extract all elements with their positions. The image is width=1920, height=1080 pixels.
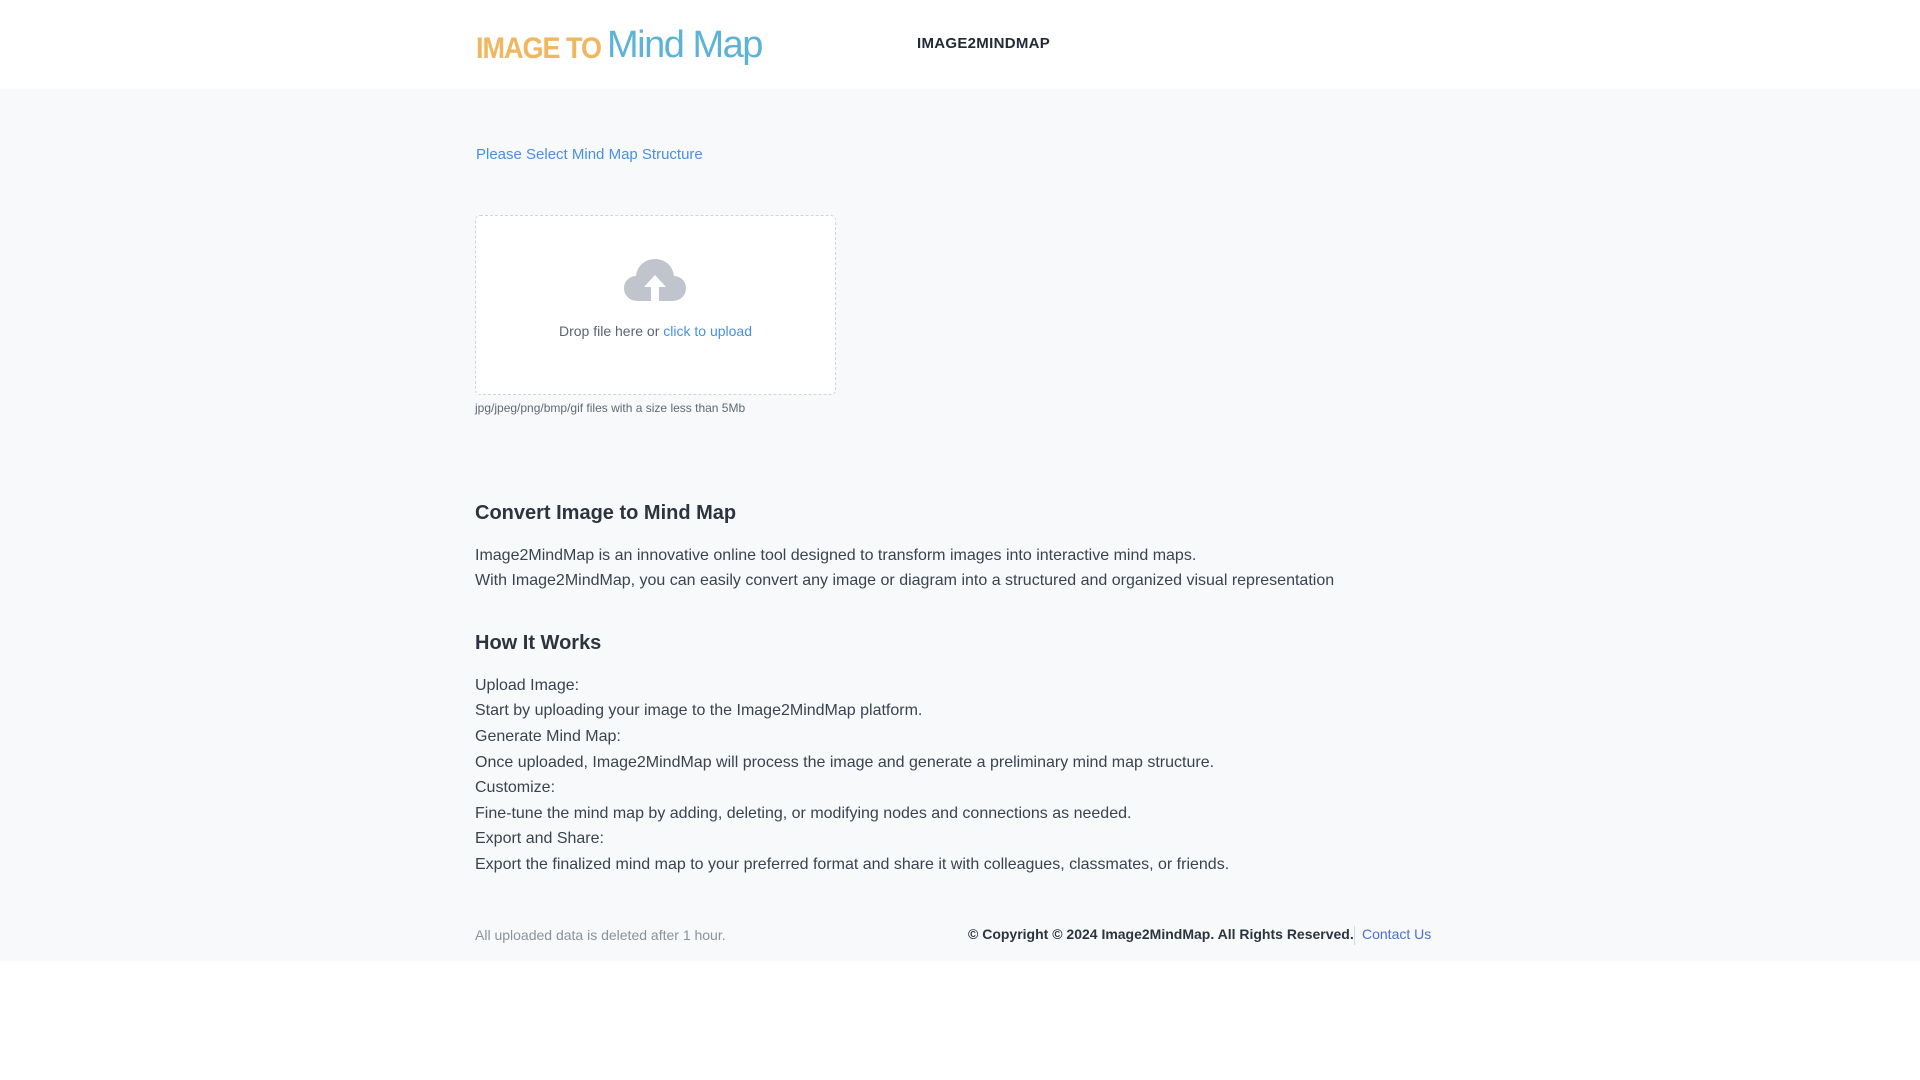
upload-tip: jpg/jpeg/png/bmp/gif files with a size l… xyxy=(475,401,746,415)
how-step-title: Generate Mind Map: xyxy=(475,728,621,745)
copyright-text: © Copyright © 2024 Image2MindMap. All Ri… xyxy=(968,926,1354,942)
how-step-text: Once uploaded, Image2MindMap will proces… xyxy=(475,754,1215,771)
logo-title: Mind Map xyxy=(607,24,763,66)
nav-title[interactable]: IMAGE2MINDMAP xyxy=(917,35,1050,52)
footer-divider xyxy=(1354,926,1355,945)
site-logo[interactable]: IMAGE TO Mind Map xyxy=(476,24,763,68)
upload-instructions: Drop file here or click to upload xyxy=(476,323,835,339)
how-step-text: Start by uploading your image to the Ima… xyxy=(475,702,923,719)
main-content xyxy=(0,89,1920,961)
how-step-text: Fine-tune the mind map by adding, deleti… xyxy=(475,805,1132,822)
how-step-title: Customize: xyxy=(475,779,556,796)
data-retention-note: All uploaded data is deleted after 1 hou… xyxy=(475,927,726,943)
contact-us-link[interactable]: Contact Us xyxy=(1362,926,1431,942)
select-structure-link[interactable]: Please Select Mind Map Structure xyxy=(476,146,703,163)
intro-heading: Convert Image to Mind Map xyxy=(475,502,737,524)
upload-dropzone[interactable]: Drop file here or click to upload xyxy=(475,215,836,395)
site-header: IMAGE TO Mind Map IMAGE2MINDMAP xyxy=(0,0,1920,89)
intro-line: Image2MindMap is an innovative online to… xyxy=(475,547,1197,564)
logo-prefix: IMAGE TO xyxy=(476,31,602,65)
how-step-title: Upload Image: xyxy=(475,677,580,694)
click-to-upload-link[interactable]: click to upload xyxy=(663,323,752,339)
cloud-upload-icon xyxy=(624,259,686,305)
how-heading: How It Works xyxy=(475,632,602,654)
how-step-title: Export and Share: xyxy=(475,830,604,847)
how-step-text: Export the finalized mind map to your pr… xyxy=(475,856,1230,873)
intro-line: With Image2MindMap, you can easily conve… xyxy=(475,572,1335,589)
drop-text: Drop file here or xyxy=(559,323,664,339)
